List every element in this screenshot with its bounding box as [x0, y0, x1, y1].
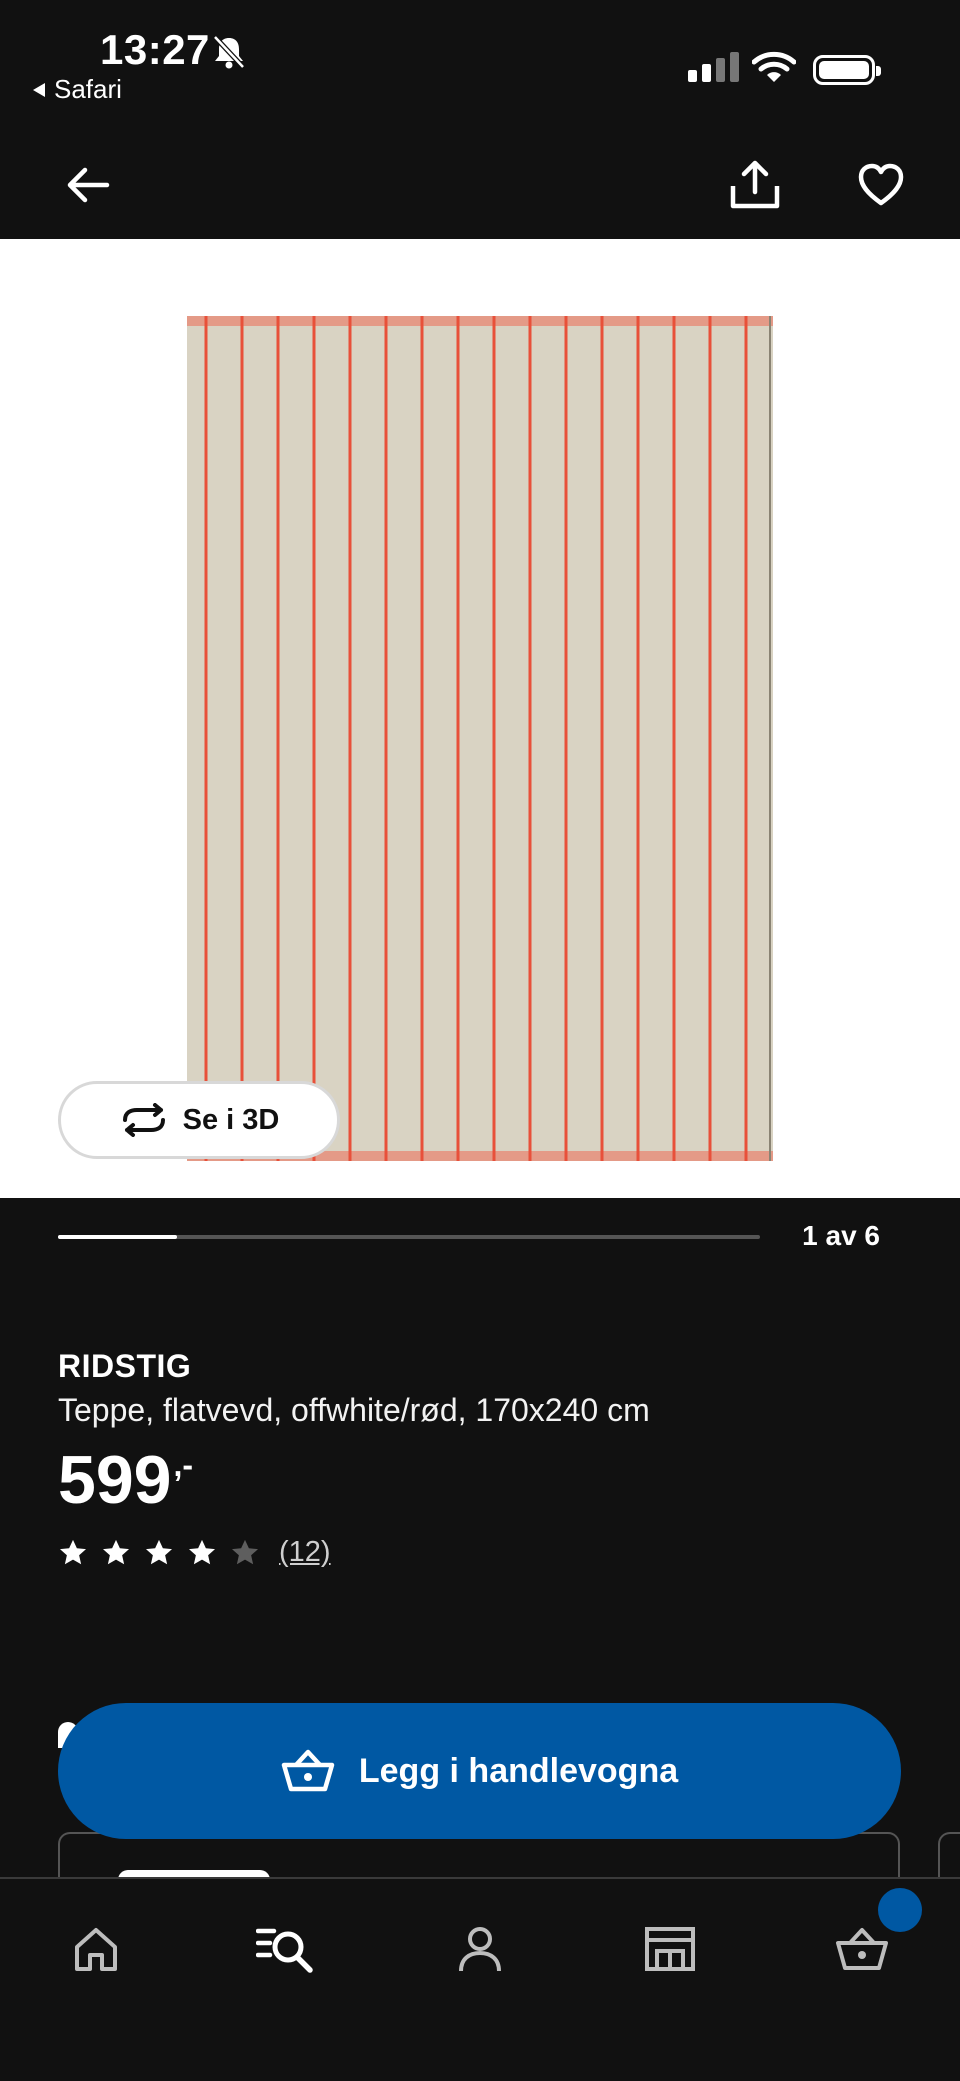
view-3d-label: Se i 3D — [182, 1103, 280, 1136]
cellular-signal-icon — [688, 52, 739, 82]
tab-home[interactable] — [56, 1913, 136, 1985]
home-icon — [75, 1928, 117, 1971]
review-count[interactable]: (12) — [279, 1536, 331, 1569]
product-description: Teppe, flatvevd, offwhite/rød, 170x240 c… — [58, 1392, 650, 1428]
star-empty-icon — [232, 1539, 258, 1564]
store-icon — [645, 1927, 695, 1971]
rotate-3d-icon — [122, 1103, 165, 1137]
top-nav-bar — [0, 130, 960, 239]
favorite-button[interactable] — [846, 150, 916, 220]
silent-bell-icon — [212, 34, 246, 75]
star-filled-icon — [146, 1539, 172, 1564]
product-rating[interactable]: (12) — [58, 1536, 331, 1569]
status-bar: 13:27 Safari — [0, 0, 960, 130]
share-button[interactable] — [720, 150, 790, 220]
profile-icon — [459, 1927, 501, 1972]
wifi-icon — [751, 50, 797, 89]
product-price: 599 ,- — [58, 1440, 193, 1520]
heart-icon — [858, 163, 904, 206]
back-arrow-icon — [67, 167, 110, 203]
back-triangle-icon — [33, 82, 45, 97]
product-image-gallery[interactable]: Se i 3D — [0, 239, 960, 1198]
product-image — [187, 316, 773, 1161]
tab-profile[interactable] — [440, 1913, 520, 1985]
price-value: 599 — [58, 1442, 172, 1518]
rating-stars — [58, 1538, 260, 1568]
star-filled-icon — [189, 1539, 215, 1564]
basket-icon — [281, 1749, 335, 1792]
bottom-tab-bar — [0, 1877, 960, 2081]
add-to-cart-button[interactable]: Legg i handlevogna — [58, 1703, 901, 1839]
view-3d-button[interactable]: Se i 3D — [58, 1081, 340, 1159]
gallery-progress — [58, 1235, 760, 1239]
star-filled-icon — [103, 1539, 129, 1564]
back-button[interactable] — [53, 150, 123, 220]
gallery-progress-fill — [58, 1235, 178, 1239]
back-app-label: Safari — [54, 74, 122, 104]
cart-badge — [878, 1888, 922, 1932]
cart-icon — [836, 1928, 888, 1970]
tab-search[interactable] — [246, 1913, 326, 1985]
status-time: 13:27 — [100, 26, 210, 73]
product-name: RIDSTIG — [58, 1348, 192, 1384]
back-to-safari[interactable]: Safari — [30, 74, 122, 105]
add-to-cart-label: Legg i handlevogna — [358, 1751, 679, 1790]
battery-icon — [813, 55, 881, 85]
star-filled-icon — [60, 1539, 86, 1564]
gallery-counter: 1 av 6 — [802, 1220, 880, 1251]
tab-stores[interactable] — [630, 1913, 710, 1985]
search-icon — [256, 1928, 313, 1973]
price-suffix: ,- — [173, 1447, 194, 1483]
share-icon — [730, 160, 780, 209]
